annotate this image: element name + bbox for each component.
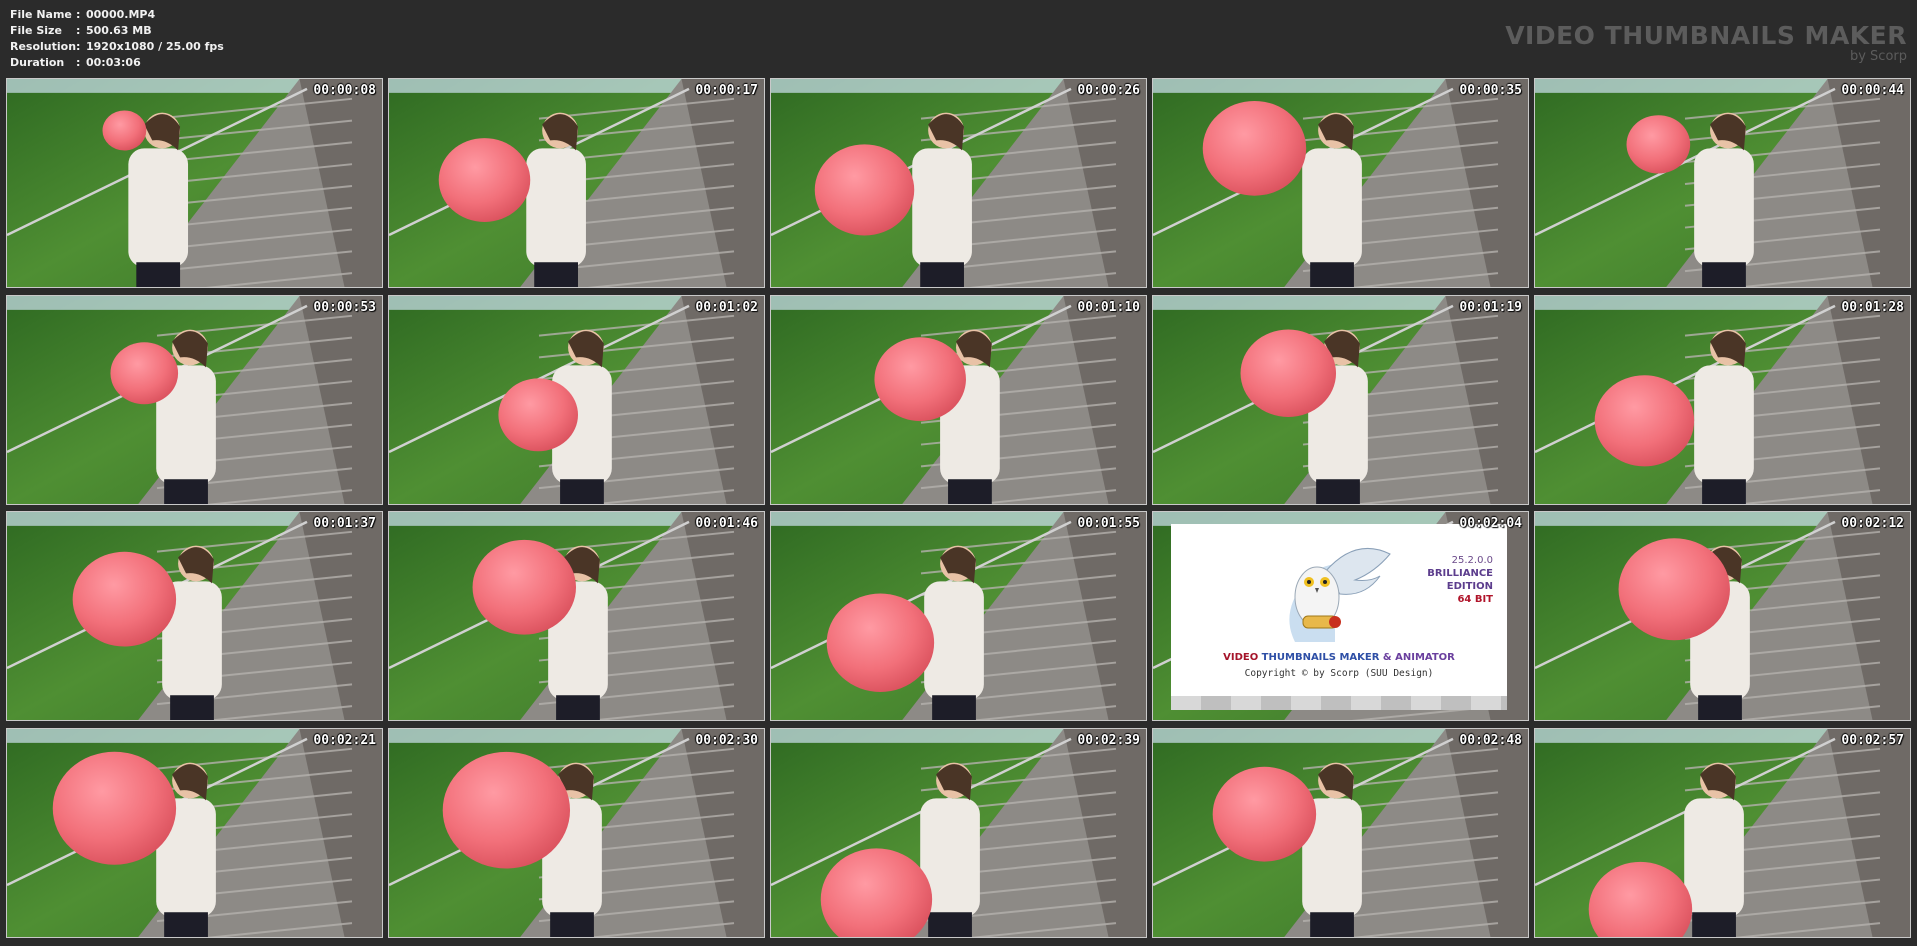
frame-image: [1535, 295, 1910, 504]
thumbnail[interactable]: 00:01:55: [770, 511, 1147, 721]
frame-image: [7, 295, 382, 504]
timestamp-label: 00:01:10: [1077, 299, 1140, 315]
thumbnail[interactable]: 00:01:02: [388, 294, 765, 505]
logo-card-strip: [1171, 696, 1507, 710]
timestamp-label: 00:00:44: [1841, 83, 1904, 98]
timestamp-label: 00:02:30: [695, 732, 758, 748]
thumbnail[interactable]: 00:02:57: [1534, 727, 1911, 938]
info-row-duration: Duration : 00:03:06: [10, 55, 224, 71]
frame-image: [389, 295, 764, 504]
frame-image: [1153, 295, 1528, 504]
info-value: 500.63 MB: [86, 24, 152, 37]
bit-label: 64 BIT: [1457, 594, 1493, 605]
timestamp-label: 00:02:48: [1459, 732, 1522, 748]
info-separator: :: [76, 24, 81, 37]
timestamp-label: 00:00:08: [313, 83, 376, 98]
owl-logo-icon: [1289, 547, 1391, 642]
frame-image: [771, 295, 1146, 504]
thumbnail[interactable]: 00:02:30: [388, 727, 765, 938]
frame-image: [7, 512, 382, 720]
brand-title: VIDEO THUMBNAILS MAKER: [1505, 21, 1907, 50]
thumbnail[interactable]: 00:00:17: [388, 78, 765, 288]
thumbnail[interactable]: 00:02:12: [1534, 511, 1911, 721]
timestamp-label: 00:01:46: [695, 516, 758, 531]
info-separator: :: [76, 56, 81, 69]
thumbnail[interactable]: 00:01:37: [6, 511, 383, 721]
thumbnail[interactable]: 00:00:26: [770, 78, 1147, 288]
frame-image: [1153, 79, 1528, 287]
timestamp-label: 00:02:04: [1459, 516, 1522, 531]
info-label: Duration: [10, 56, 65, 69]
thumbnail[interactable]: 00:02:48: [1152, 727, 1529, 938]
edition-label: BRILLIANCE: [1427, 568, 1493, 579]
timestamp-label: 00:02:21: [313, 732, 376, 748]
product-name-part: & ANIMATOR: [1379, 652, 1455, 663]
info-value: 1920x1080 / 25.00 fps: [86, 40, 224, 53]
info-value: 00000.MP4: [86, 8, 156, 21]
thumbnail[interactable]: 00:02:21: [6, 727, 383, 938]
info-value: 00:03:06: [86, 56, 141, 69]
frame-image: [389, 728, 764, 937]
frame-image: [1153, 728, 1528, 937]
timestamp-label: 00:00:35: [1459, 83, 1522, 98]
edition-label-2: EDITION: [1446, 581, 1493, 592]
timestamp-label: 00:00:53: [313, 299, 376, 315]
info-row-file-size: File Size : 500.63 MB: [10, 23, 224, 39]
frame-image: [771, 79, 1146, 287]
thumbnail[interactable]: 00:01:28: [1534, 294, 1911, 505]
frame-image: [389, 512, 764, 720]
frame-image: [1535, 512, 1910, 720]
frame-image: [771, 728, 1146, 937]
frame-image: [1535, 728, 1910, 937]
brand-subtitle: by Scorp: [1849, 49, 1907, 64]
frame-image: [7, 79, 382, 287]
timestamp-label: 00:02:12: [1841, 516, 1904, 531]
product-name: VIDEO THUMBNAILS MAKER & ANIMATOR: [1171, 652, 1507, 663]
frame-image: [1535, 79, 1910, 287]
info-row-file-name: File Name : 00000.MP4: [10, 7, 224, 23]
info-label: Resolution: [10, 40, 77, 53]
info-label: File Size: [10, 24, 62, 37]
version-label: 25.2.0.0: [1451, 555, 1493, 566]
thumbnail[interactable]: 00:01:46: [388, 511, 765, 721]
info-row-resolution: Resolution : 1920x1080 / 25.00 fps: [10, 39, 224, 55]
logo-version-block: 25.2.0.0 BRILLIANCE EDITION 64 BIT: [1427, 554, 1493, 606]
frame-image: [389, 79, 764, 287]
brand-watermark: VIDEO THUMBNAILS MAKER by Scorp: [1505, 22, 1907, 64]
timestamp-label: 00:01:37: [313, 516, 376, 531]
thumbnail[interactable]: 00:00:53: [6, 294, 383, 505]
thumbnail[interactable]: 00:02:39: [770, 727, 1147, 938]
timestamp-label: 00:02:39: [1077, 732, 1140, 748]
contact-sheet: File Name : 00000.MP4 File Size : 500.63…: [0, 0, 1917, 946]
thumbnail[interactable]: 00:00:35: [1152, 78, 1529, 288]
timestamp-label: 00:01:02: [695, 299, 758, 315]
thumbnail[interactable]: 25.2.0.0 BRILLIANCE EDITION 64 BIT VIDEO…: [1152, 511, 1529, 721]
timestamp-label: 00:00:26: [1077, 83, 1140, 98]
frame-image: [771, 512, 1146, 720]
product-name-part: VIDEO: [1223, 652, 1259, 663]
timestamp-label: 00:00:17: [695, 83, 758, 98]
info-label: File Name: [10, 8, 72, 21]
copyright-text: Copyright © by Scorp (SUU Design): [1244, 668, 1434, 679]
info-separator: :: [76, 8, 81, 21]
timestamp-label: 00:01:28: [1841, 299, 1904, 315]
thumbnail[interactable]: 00:00:08: [6, 78, 383, 288]
timestamp-label: 00:02:57: [1841, 732, 1904, 748]
timestamp-label: 00:01:55: [1077, 516, 1140, 531]
file-info-panel: File Name : 00000.MP4 File Size : 500.63…: [10, 7, 224, 71]
thumbnail[interactable]: 00:01:19: [1152, 294, 1529, 505]
thumbnail[interactable]: 00:00:44: [1534, 78, 1911, 288]
thumbnail[interactable]: 00:01:10: [770, 294, 1147, 505]
program-logo-card: 25.2.0.0 BRILLIANCE EDITION 64 BIT VIDEO…: [1171, 524, 1507, 710]
info-separator: :: [76, 40, 81, 53]
thumbnail-grid: 00:00:08 00:00:17 00:00:26 00:00:35 00:0…: [6, 78, 1911, 938]
frame-image: [7, 728, 382, 937]
product-name-part: THUMBNAILS MAKER: [1258, 652, 1380, 663]
timestamp-label: 00:01:19: [1459, 299, 1522, 315]
